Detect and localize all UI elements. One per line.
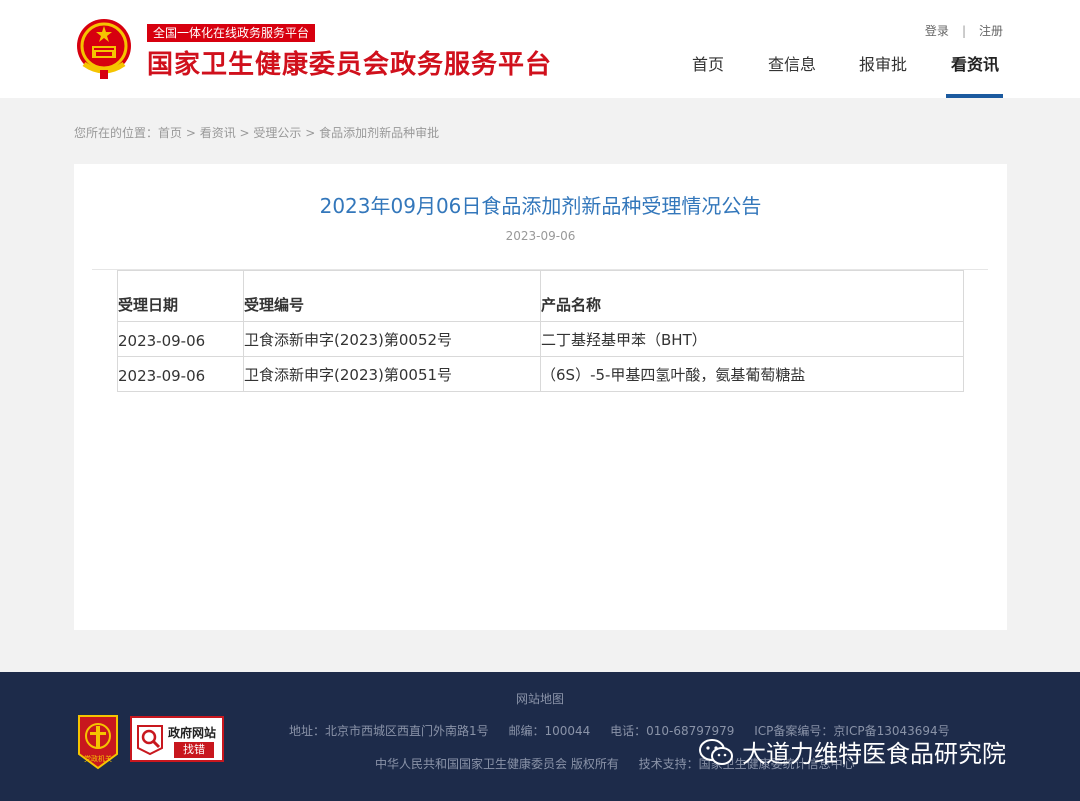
table-row: 2023-09-06 卫食添新申字(2023)第0051号 （6S）-5-甲基四… [117, 356, 964, 392]
table-cell: （6S）-5-甲基四氢叶酸，氨基葡萄糖盐 [540, 356, 964, 392]
magnifier-icon [137, 725, 163, 756]
table-cell: 二丁基羟基甲苯（BHT） [540, 321, 964, 357]
article-title: 2023年09月06日食品添加剂新品种受理情况公告 [319, 194, 762, 218]
watermark-text: 大道力维特医食品研究院 [742, 740, 1006, 768]
article-panel: 2023年09月06日食品添加剂新品种受理情况公告 2023-09-06 受理日… [74, 164, 1007, 630]
acceptance-table: 受理日期 受理编号 产品名称 2023-09-06 卫食添新申字(2023)第0… [117, 270, 964, 392]
table-header-cell: 产品名称 [540, 270, 964, 322]
article-date: 2023-09-06 [505, 229, 576, 243]
site-footer: 网站地图 党政机关 政府网站 找错 地址：北京市西城区西直门外南路1号 邮编：1… [0, 672, 1080, 801]
gov-badge-title: 政府网站 [168, 726, 217, 740]
footer-address: 地址：北京市西城区西直门外南路1号 [289, 724, 489, 738]
breadcrumb-home[interactable]: 首页 [158, 126, 182, 140]
top-links: 登录 | 注册 [925, 22, 1003, 39]
breadcrumb-sep: > [235, 126, 254, 140]
site-map-link[interactable]: 网站地图 [0, 690, 1080, 707]
table-cell: 卫食添新申字(2023)第0051号 [243, 356, 541, 392]
top-links-separator: | [961, 24, 966, 38]
wechat-watermark: 大道力维特医食品研究院 [698, 734, 1006, 769]
gov-site-error-badge[interactable]: 政府网站 找错 [130, 716, 224, 762]
footer-postcode: 邮编：100044 [508, 724, 591, 738]
table-cell: 2023-09-06 [117, 356, 244, 392]
nav-query-info[interactable]: 查信息 [768, 54, 816, 76]
nav-submit-approval[interactable]: 报审批 [859, 54, 907, 76]
table-cell: 卫食添新申字(2023)第0052号 [243, 321, 541, 357]
breadcrumb-prefix: 您所在的位置： [74, 126, 159, 140]
register-link[interactable]: 注册 [979, 24, 1003, 38]
wechat-icon [699, 738, 733, 765]
breadcrumb: 您所在的位置：首页 > 看资讯 > 受理公示 > 食品添加剂新品种审批 [74, 124, 439, 141]
nav-home[interactable]: 首页 [692, 54, 724, 76]
breadcrumb-sep: > [301, 126, 320, 140]
platform-badge: 全国一体化在线政务服务平台 [147, 24, 316, 42]
nav-news[interactable]: 看资讯 [951, 54, 999, 76]
table-header-cell: 受理编号 [243, 270, 541, 322]
breadcrumb-sep: > [182, 126, 200, 140]
table-header-cell: 受理日期 [117, 270, 244, 322]
gov-badge-action: 找错 [174, 742, 214, 758]
table-cell: 2023-09-06 [117, 321, 244, 357]
table-row: 2023-09-06 卫食添新申字(2023)第0052号 二丁基羟基甲苯（BH… [117, 321, 964, 357]
breadcrumb-news[interactable]: 看资讯 [200, 126, 236, 140]
main-nav: 首页 查信息 报审批 看资讯 [0, 54, 1080, 98]
site-header: 全国一体化在线政务服务平台 国家卫生健康委员会政务服务平台 登录 | 注册 首页 查… [0, 0, 1080, 98]
party-label: 党政机关 [84, 754, 112, 763]
footer-copyright: 中华人民共和国国家卫生健康委员会 版权所有 [375, 757, 619, 771]
breadcrumb-current[interactable]: 食品添加剂新品种审批 [319, 126, 439, 140]
breadcrumb-notices[interactable]: 受理公示 [253, 126, 301, 140]
nav-active-indicator [946, 94, 1003, 98]
table-header-row: 受理日期 受理编号 产品名称 [117, 270, 964, 322]
login-link[interactable]: 登录 [925, 24, 949, 38]
party-government-icon[interactable]: 党政机关 [75, 714, 121, 770]
